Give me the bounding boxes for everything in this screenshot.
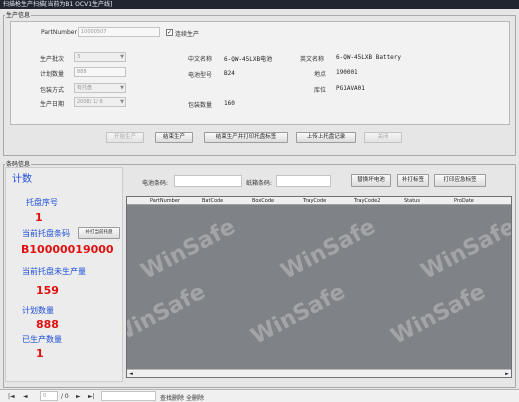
carton-barcode-input[interactable] (276, 175, 331, 187)
grid-col-prodate[interactable]: ProDate (454, 197, 474, 205)
produced-value: 1 (36, 347, 44, 360)
grid-col-traycode[interactable]: TrayCode (303, 197, 326, 205)
current-tray-barcode-label: 当前托盘条码 (22, 229, 70, 238)
location-label: 地点 (314, 71, 327, 78)
plan-qty-label: 计划数量 (40, 71, 65, 78)
production-info-title: 生产信息 (5, 10, 32, 19)
grid-col-partnumber[interactable]: PartNumber (150, 197, 180, 205)
unproduced-label: 当前托盘未生产量 (22, 267, 86, 276)
barcode-data-grid[interactable]: PartNumber BatCode BoxCode TrayCode Tray… (126, 196, 512, 378)
part-number-field[interactable]: 10000507 (78, 27, 160, 37)
batch-label: 生产批次 (40, 56, 65, 63)
page-number-input[interactable]: 0 (40, 391, 58, 401)
part-number-label: PartNumber (41, 29, 77, 36)
grid-col-boxcode[interactable]: BoxCode (252, 197, 274, 205)
first-page-icon[interactable]: |◄ (8, 393, 15, 400)
grid-col-traycode2[interactable]: TrayCode2 (354, 197, 380, 205)
watermark-text: WinSafe (247, 279, 350, 350)
unproduced-value: 159 (36, 284, 59, 297)
prod-date-value: 2008/ 1/ 8 (77, 99, 103, 105)
watermark-text: WinSafe (137, 214, 240, 285)
continuous-production-checkbox[interactable]: ✓ (166, 29, 173, 36)
start-production-button[interactable]: 开始生产 (106, 132, 144, 143)
storage-value: PG1AVA01 (336, 85, 365, 92)
carton-barcode-label: 纸箱条码: (246, 180, 273, 187)
end-and-print-button[interactable]: 结束生产并打印托盘标签 (204, 132, 288, 143)
pack-method-label: 包装方式 (40, 87, 65, 94)
prev-page-icon[interactable]: ◄ (23, 393, 28, 400)
plan-qty-counter-value: 888 (36, 318, 59, 331)
chevron-down-icon: ▼ (120, 85, 124, 91)
upload-tray-button[interactable]: 上传上托盘记录 (296, 132, 356, 143)
grid-col-batcode[interactable]: BatCode (202, 197, 223, 205)
grid-header: PartNumber BatCode BoxCode TrayCode Tray… (127, 197, 511, 205)
cn-name-value: 6-QW-45LXB电池 (224, 56, 273, 63)
cn-name-label: 中文名称 (188, 56, 213, 63)
reprint-tray-button[interactable]: 补打当前托盘 (78, 227, 120, 239)
scroll-right-icon[interactable]: ► (505, 370, 509, 377)
end-production-button[interactable]: 结束生产 (155, 132, 193, 143)
batch-value: 3 (77, 54, 81, 60)
batch-select[interactable]: 3 ▼ (74, 52, 126, 62)
close-button[interactable]: 关闭 (364, 132, 402, 143)
watermark-text: WinSafe (417, 214, 512, 285)
replace-battery-button[interactable]: 替换坏电池 (351, 174, 391, 187)
plan-qty-field[interactable]: 888 (74, 67, 126, 77)
reprint-label-button[interactable]: 补打标签 (397, 174, 429, 187)
count-title: 计数 (12, 174, 32, 185)
en-name-value: 6-QW-45LXB Battery (336, 54, 402, 61)
pager-search-input[interactable] (101, 391, 156, 401)
storage-label: 库位 (314, 87, 327, 94)
query-delete-link[interactable]: 查找删除 (160, 393, 184, 402)
pack-qty-value: 160 (224, 100, 235, 107)
chevron-down-icon: ▼ (120, 54, 124, 60)
continuous-production-label: 连续生产 (175, 31, 200, 38)
location-value: 190001 (336, 69, 358, 76)
grid-horizontal-scrollbar[interactable]: ◄ ► (127, 369, 511, 377)
battery-model-value: B24 (224, 70, 235, 77)
window-title: 扫描枪生产扫描[当前为B1 OCV1生产线] (0, 0, 519, 9)
produced-label: 已生产数量 (22, 335, 62, 344)
battery-model-label: 电池型号 (188, 72, 213, 79)
calendar-dropdown-icon: ▼ (120, 99, 124, 105)
plan-qty-counter-label: 计划数量 (22, 306, 54, 315)
next-page-icon[interactable]: ► (76, 393, 81, 400)
current-tray-barcode-value: B10000019000 (21, 243, 114, 256)
print-emergency-label-button[interactable]: 打印应急标签 (434, 174, 486, 187)
scroll-left-icon[interactable]: ◄ (129, 370, 133, 377)
prod-date-picker[interactable]: 2008/ 1/ 8 ▼ (74, 97, 126, 107)
grid-col-status[interactable]: Status (404, 197, 420, 205)
watermark-text: WinSafe (126, 279, 210, 350)
tray-seq-label: 托盘序号 (26, 198, 58, 207)
last-page-icon[interactable]: ►| (88, 393, 95, 400)
battery-barcode-label: 电池条码: (142, 180, 169, 187)
pack-method-value: 有托盘 (77, 85, 93, 91)
en-name-label: 英文名称 (300, 56, 325, 63)
watermark-text: WinSafe (387, 279, 490, 350)
tray-seq-value: 1 (35, 211, 43, 224)
prod-date-label: 生产日期 (40, 101, 65, 108)
page-total: / 0 (61, 393, 69, 400)
delete-all-link[interactable]: 全删除 (186, 393, 204, 402)
watermark-text: WinSafe (277, 214, 380, 285)
pack-method-select[interactable]: 有托盘 ▼ (74, 83, 126, 93)
battery-barcode-input[interactable] (174, 175, 242, 187)
pack-qty-label: 包装数量 (188, 102, 213, 109)
